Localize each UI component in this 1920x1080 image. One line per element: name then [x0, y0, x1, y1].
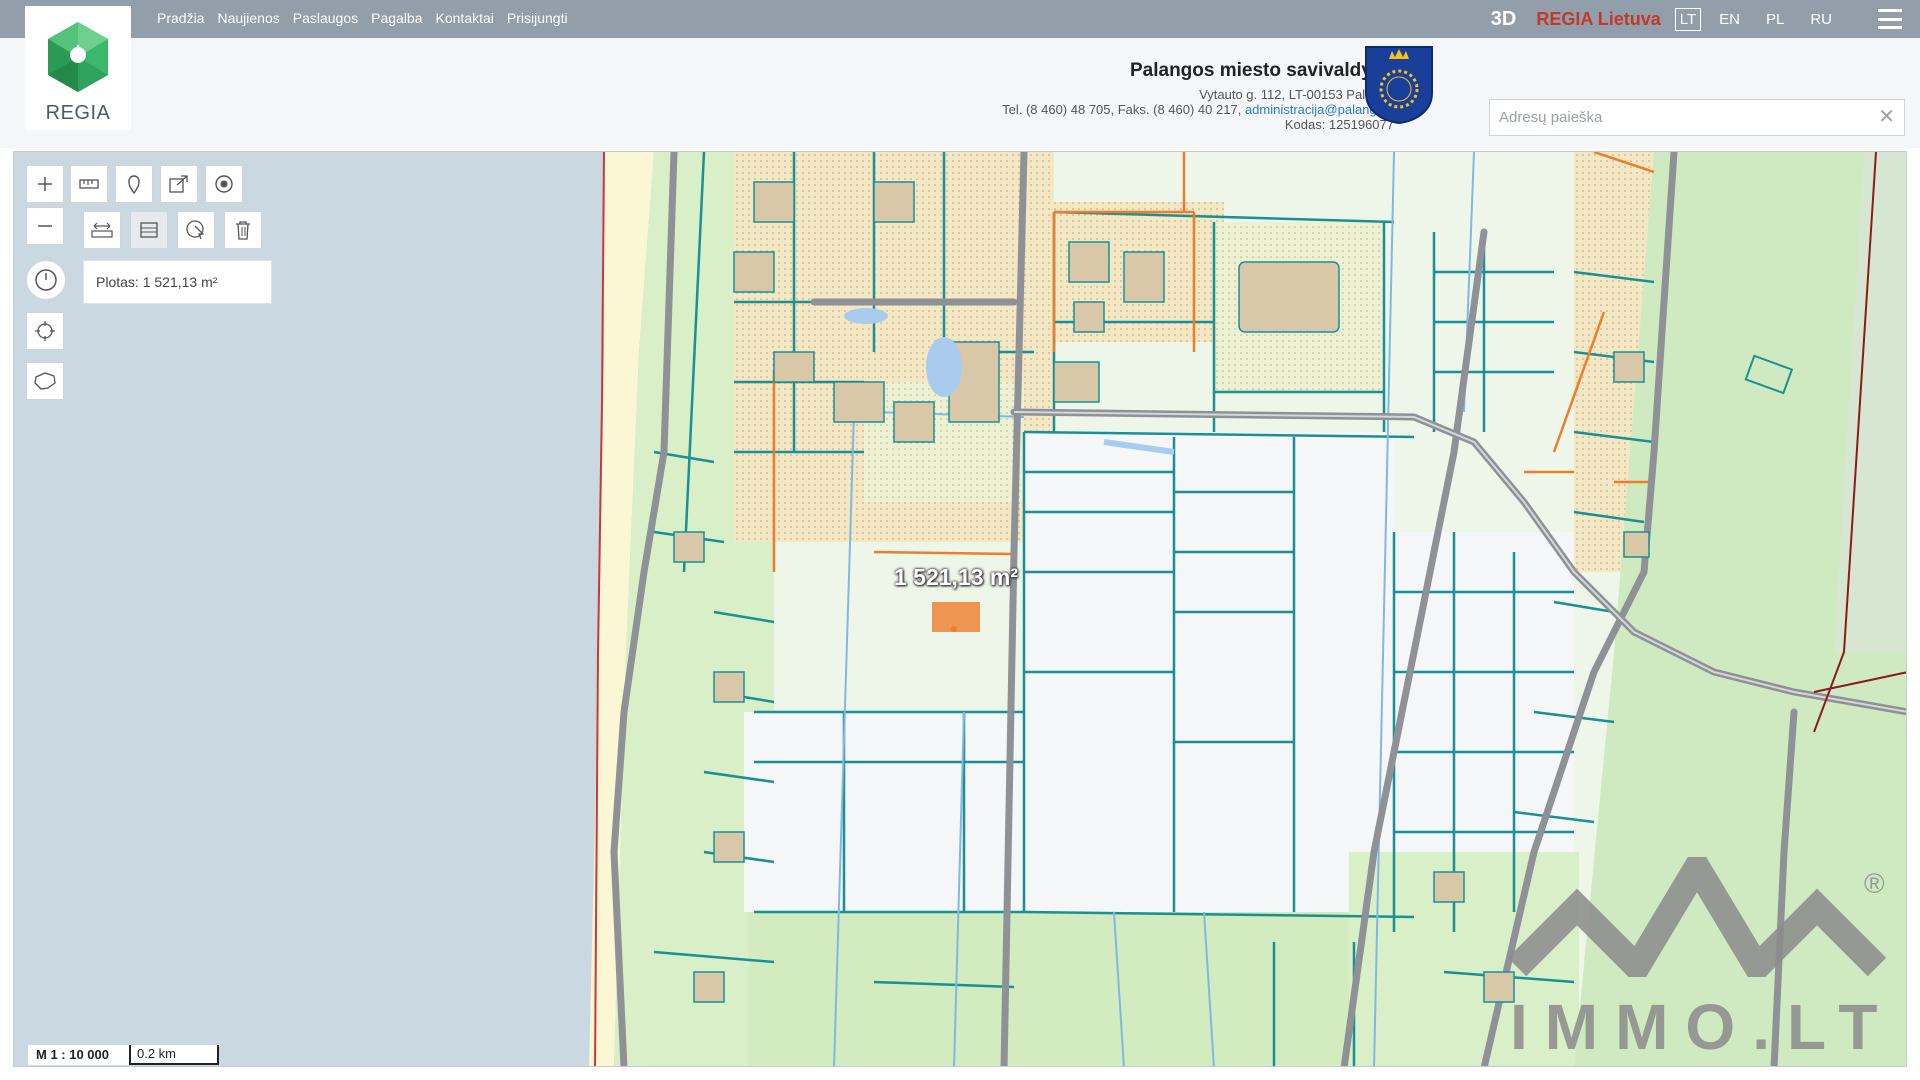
- nav-item-login[interactable]: Prisijungti: [507, 10, 568, 26]
- header: Palangos miesto savivaldybė Vytauto g. 1…: [0, 38, 1920, 148]
- select-icon: [186, 220, 205, 240]
- search-input[interactable]: [1490, 100, 1870, 135]
- immo-watermark-icon: [1507, 857, 1887, 977]
- ruler-button[interactable]: [70, 165, 108, 203]
- locate-button[interactable]: [26, 312, 64, 350]
- area-measurement-panel: Plotas: 1 521,13 m²: [83, 260, 272, 304]
- top-bar: Pradžia Naujienos Paslaugos Pagalba Kont…: [0, 0, 1920, 38]
- logo-text: REGIA: [45, 102, 111, 124]
- watermark-registered: ®: [1864, 868, 1885, 899]
- zoom-in-button[interactable]: [26, 165, 64, 203]
- address-search: ✕: [1489, 99, 1905, 136]
- nav-item-services[interactable]: Paslaugos: [293, 10, 358, 26]
- nav-item-contacts[interactable]: Kontaktai: [436, 10, 494, 26]
- share-button[interactable]: [160, 165, 198, 203]
- nav-item-news[interactable]: Naujienos: [217, 10, 279, 26]
- municipality-address: Vytauto g. 112, LT-00153 Palanga: [1199, 87, 1394, 102]
- pin-icon: [128, 175, 140, 194]
- 3d-button[interactable]: 3D: [1491, 8, 1517, 31]
- measure-area-icon: [140, 222, 158, 238]
- main-nav: Pradžia Naujienos Paslaugos Pagalba Kont…: [157, 10, 568, 26]
- municipality-code: Kodas: 125196077: [1284, 117, 1394, 132]
- scale-bar: M 1 : 10 000 0.2 km: [28, 1045, 219, 1065]
- zoom-in-icon: [38, 177, 52, 191]
- delete-icon: [236, 221, 250, 240]
- pin-button[interactable]: [115, 165, 153, 203]
- measure-distance-button[interactable]: [83, 211, 121, 249]
- municipality-title: Palangos miesto savivaldybė: [1129, 60, 1394, 81]
- zoom-out-icon: [38, 225, 52, 227]
- region-button[interactable]: [26, 362, 64, 400]
- watermark-text: IMMO.LT: [1510, 991, 1895, 1063]
- history-button[interactable]: [26, 260, 66, 300]
- area-map-label: 1 521,13 m²: [894, 564, 1019, 590]
- delete-button[interactable]: [224, 211, 262, 249]
- history-icon: [35, 269, 57, 291]
- scale-length: 0.2 km: [129, 1045, 219, 1065]
- select-button[interactable]: [177, 211, 215, 249]
- regia-lietuva-link[interactable]: REGIA Lietuva: [1536, 9, 1660, 30]
- regia-logo-icon: [48, 22, 108, 92]
- lang-lt[interactable]: LT: [1674, 7, 1702, 31]
- hamburger-icon[interactable]: [1878, 9, 1902, 29]
- nav-item-help[interactable]: Pagalba: [371, 10, 422, 26]
- municipality-phone: Tel. (8 460) 48 705, Faks. (8 460) 40 21…: [1002, 102, 1242, 117]
- zoom-out-button[interactable]: [26, 207, 64, 245]
- lang-ru[interactable]: RU: [1806, 9, 1836, 30]
- ruler-icon: [79, 179, 99, 189]
- target-button[interactable]: [205, 165, 243, 203]
- nav-item-home[interactable]: Pradžia: [157, 10, 204, 26]
- target-icon: [215, 175, 233, 193]
- coat-of-arms-icon: [1365, 46, 1433, 125]
- measure-distance-icon: [91, 222, 113, 238]
- share-icon: [169, 175, 188, 193]
- region-icon: [34, 372, 56, 390]
- close-icon[interactable]: ✕: [1878, 107, 1895, 127]
- top-right-controls: 3D REGIA Lietuva LT EN PL RU: [1491, 0, 1920, 38]
- lang-en[interactable]: EN: [1715, 9, 1744, 30]
- regia-logo[interactable]: REGIA: [25, 6, 131, 130]
- locate-icon: [35, 321, 55, 341]
- scale-ratio: M 1 : 10 000: [28, 1045, 129, 1065]
- municipality-info: Palangos miesto savivaldybė Vytauto g. 1…: [1002, 60, 1394, 132]
- measure-area-button[interactable]: [130, 211, 168, 249]
- lang-pl[interactable]: PL: [1762, 9, 1788, 30]
